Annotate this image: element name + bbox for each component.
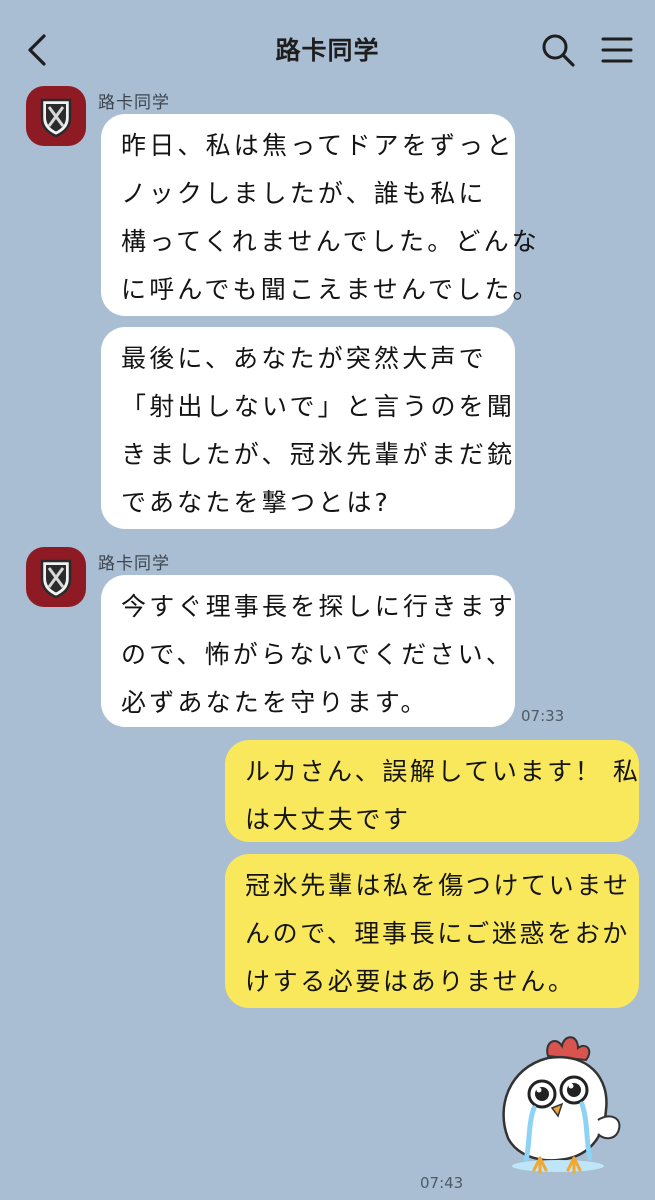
message-line: 最後に、あなたが突然大声で xyxy=(121,344,487,373)
message-line: 冠氷先輩は私を傷つけていませ xyxy=(245,871,631,900)
sender-avatar[interactable] xyxy=(26,86,86,146)
message-line: ので、怖がらないでください、 xyxy=(121,640,515,669)
message-line: ルカさん、誤解しています！ 私 xyxy=(245,757,641,786)
message-line: であなたを撃つとは? xyxy=(121,488,392,517)
message-bubble[interactable]: 最後に、あなたが突然大声で 「射出しないで」と言うのを聞 きましたが、冠氷先輩が… xyxy=(101,327,515,529)
message-line: 構ってくれませんでした。どんな xyxy=(121,227,541,256)
message-line: んので、理事長にご迷惑をおか xyxy=(245,919,630,948)
message-timestamp: 07:33 xyxy=(521,707,565,725)
chat-header: 路卡同学 xyxy=(0,0,655,96)
chicken-sticker-icon xyxy=(502,1036,621,1174)
message-line: は大丈夫です xyxy=(245,805,411,834)
message-line: 今すぐ理事長を探しに行きます xyxy=(121,592,516,621)
message-bubble[interactable]: 昨日、私は焦ってドアをずっと ノックしましたが、誰も私に 構ってくれませんでした… xyxy=(101,114,541,316)
crest-shield-icon xyxy=(40,559,72,599)
message-line: 昨日、私は焦ってドアをずっと xyxy=(121,131,515,160)
message-line: ノックしましたが、誰も私に xyxy=(121,179,487,208)
crest-shield-icon xyxy=(40,98,72,138)
menu-button[interactable] xyxy=(601,34,633,66)
message-line: に呼んでも聞こえませんでした。 xyxy=(121,275,541,304)
my-message-bubble[interactable]: 冠氷先輩は私を傷つけていませ んので、理事長にご迷惑をおか けする必要はありませ… xyxy=(225,854,639,1008)
crying-chicken-sticker[interactable] xyxy=(478,1028,638,1178)
message-line: きましたが、冠氷先輩がまだ銃 xyxy=(121,440,516,469)
sender-name: 路卡同学 xyxy=(98,93,170,113)
message-line: 「射出しないで」と言うのを聞 xyxy=(121,392,516,421)
search-icon xyxy=(542,34,575,67)
message-bubble[interactable]: 今すぐ理事長を探しに行きます ので、怖がらないでください、 必ずあなたを守ります… xyxy=(101,575,515,727)
search-button[interactable] xyxy=(540,32,576,68)
message-line: 必ずあなたを守ります。 xyxy=(121,688,429,717)
sender-avatar[interactable] xyxy=(26,547,86,607)
message-line: けする必要はありません。 xyxy=(245,967,576,996)
message-timestamp: 07:43 xyxy=(420,1174,464,1192)
sender-name: 路卡同学 xyxy=(98,554,170,574)
hamburger-menu-icon xyxy=(601,37,633,63)
my-message-bubble[interactable]: ルカさん、誤解しています！ 私 は大丈夫です xyxy=(225,740,639,842)
